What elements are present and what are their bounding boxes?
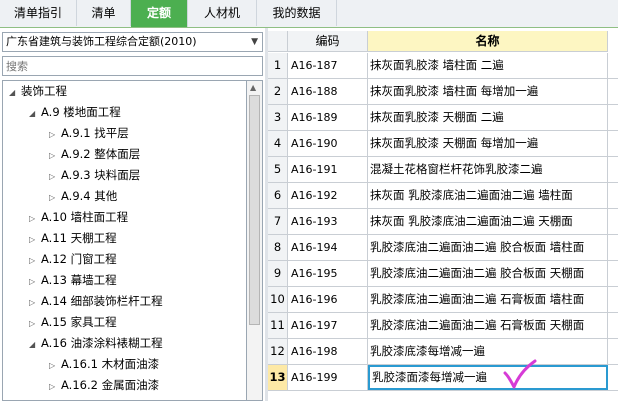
triangle-expanded-icon[interactable]: ◢	[9, 83, 21, 103]
search-input[interactable]	[2, 56, 263, 76]
triangle-expanded-icon[interactable]: ◢	[29, 335, 41, 355]
tree-node[interactable]: ▷ A.12 门窗工程	[29, 249, 117, 269]
quota-grid: 编码 名称 1 A16-187 抹灰面乳胶漆 墙柱面 二遍 2 A16-188 抹灰面乳…	[268, 31, 618, 401]
triangle-collapsed-icon[interactable]: ▷	[49, 188, 61, 208]
triangle-collapsed-icon[interactable]: ▷	[29, 314, 41, 334]
triangle-collapsed-icon[interactable]: ▷	[49, 146, 61, 166]
tree-node[interactable]: ▷ A.11 天棚工程	[29, 228, 117, 248]
table-row[interactable]: 3 A16-189 抹灰面乳胶漆 天棚面 二遍	[268, 105, 618, 131]
tree-node[interactable]: ▷ A.9.1 找平层	[49, 123, 129, 143]
triangle-collapsed-icon[interactable]: ▷	[29, 230, 41, 250]
triangle-collapsed-icon[interactable]: ▷	[49, 167, 61, 187]
header-index	[268, 31, 288, 52]
table-row[interactable]: 10 A16-196 乳胶漆底油二遍面油二遍 石膏板面 墙柱面	[268, 287, 618, 313]
triangle-collapsed-icon[interactable]: ▷	[49, 356, 61, 376]
triangle-expanded-icon[interactable]: ◢	[29, 104, 41, 124]
tree-node[interactable]: ◢ A.9 楼地面工程	[29, 102, 121, 122]
tree-node[interactable]: ▷ A.9.4 其他	[49, 186, 117, 206]
tree-node[interactable]: ◢ 装饰工程	[9, 81, 67, 101]
tree-node[interactable]: ▷ A.10 墙柱面工程	[29, 207, 128, 227]
table-row[interactable]: 6 A16-192 抹灰面 乳胶漆底油二遍面油二遍 墙柱面	[268, 183, 618, 209]
table-row[interactable]: 9 A16-195 乳胶漆底油二遍面油二遍 胶合板面 天棚面	[268, 261, 618, 287]
chevron-down-icon: ▼	[251, 37, 258, 47]
table-row[interactable]: 4 A16-190 抹灰面乳胶漆 天棚面 每增加一遍	[268, 131, 618, 157]
tree-scrollbar[interactable]: ▲	[246, 80, 263, 401]
tree-node[interactable]: ▷ A.15 家具工程	[29, 312, 117, 332]
triangle-collapsed-icon[interactable]: ▷	[49, 377, 61, 397]
table-row[interactable]: 2 A16-188 抹灰面乳胶漆 墙柱面 每增加一遍	[268, 79, 618, 105]
triangle-collapsed-icon[interactable]: ▷	[29, 209, 41, 229]
tree-node[interactable]: ▷ A.9.3 块料面层	[49, 165, 140, 185]
tab-guide[interactable]: 清单指引	[0, 0, 77, 26]
tab-quota[interactable]: 定额	[131, 0, 188, 27]
tab-my-data[interactable]: 我的数据	[257, 0, 337, 26]
table-row[interactable]: 7 A16-193 抹灰面 乳胶漆底油二遍面油二遍 天棚面	[268, 209, 618, 235]
table-row[interactable]: 11 A16-197 乳胶漆底油二遍面油二遍 石膏板面 天棚面	[268, 313, 618, 339]
tab-labor-material[interactable]: 人材机	[188, 0, 257, 26]
chapter-tree: ◢ 装饰工程 ◢ A.9 楼地面工程 ▷ A.9.1 找平层 ▷ A.9.2 整体面层 …	[2, 80, 246, 401]
tree-node[interactable]: ◢ A.16 油漆涂料裱糊工程	[29, 333, 163, 353]
tree-node[interactable]: ▷ A.9.2 整体面层	[49, 144, 140, 164]
scrollbar-thumb[interactable]	[249, 95, 260, 325]
quota-library-select[interactable]: 广东省建筑与装饰工程综合定额(2010) ▼	[2, 32, 263, 52]
triangle-collapsed-icon[interactable]: ▷	[29, 251, 41, 271]
tree-node[interactable]: ▷ A.14 细部装饰栏杆工程	[29, 291, 163, 311]
tree-node[interactable]: ▷ A.16.2 金属面油漆	[49, 375, 159, 395]
quota-library-value: 广东省建筑与装饰工程综合定额(2010)	[6, 35, 197, 48]
table-row[interactable]: 1 A16-187 抹灰面乳胶漆 墙柱面 二遍	[268, 53, 618, 79]
table-row-selected[interactable]: 13 A16-199 乳胶漆面漆每增减一遍	[268, 365, 618, 391]
triangle-collapsed-icon[interactable]: ▷	[49, 125, 61, 145]
tree-node[interactable]: ▷ A.13 幕墙工程	[29, 270, 117, 290]
checkmark-icon	[503, 359, 537, 389]
header-code[interactable]: 编码	[288, 31, 368, 52]
triangle-collapsed-icon[interactable]: ▷	[29, 293, 41, 313]
table-row[interactable]: 8 A16-194 乳胶漆底油二遍面油二遍 胶合板面 墙柱面	[268, 235, 618, 261]
triangle-collapsed-icon[interactable]: ▷	[29, 272, 41, 292]
header-name[interactable]: 名称	[368, 31, 608, 52]
scroll-up-icon[interactable]: ▲	[250, 83, 256, 92]
tab-bar: 清单指引 清单 定额 人材机 我的数据	[0, 0, 618, 28]
tab-bill[interactable]: 清单	[77, 0, 131, 26]
table-row[interactable]: 12 A16-198 乳胶漆底漆每增减一遍	[268, 339, 618, 365]
tree-node[interactable]: ▷ A.16.1 木材面油漆	[49, 354, 159, 374]
table-row[interactable]: 5 A16-191 混凝土花格窗栏杆花饰乳胶漆二遍	[268, 157, 618, 183]
left-panel: 广东省建筑与装饰工程综合定额(2010) ▼ ◢装饰工程 ◢A.9 楼地面工程 …	[0, 28, 265, 401]
